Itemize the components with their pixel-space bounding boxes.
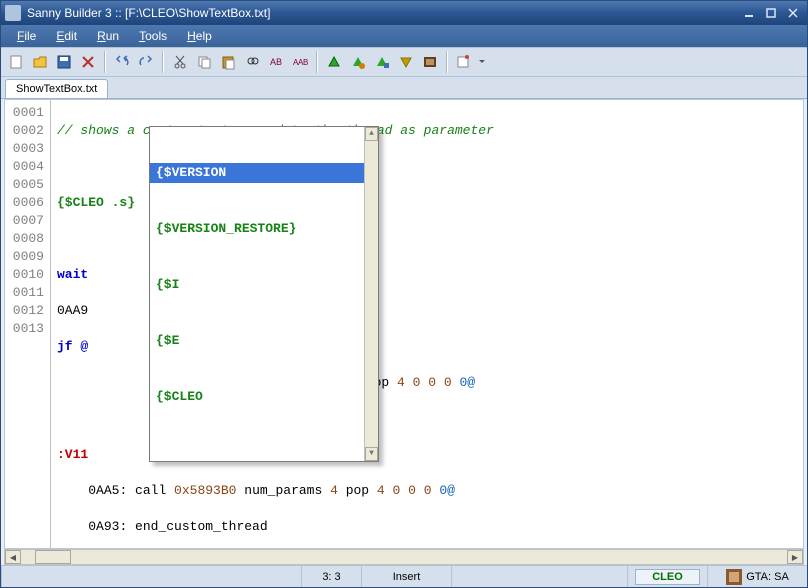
find-button[interactable] (241, 51, 263, 73)
editor: 0001 0002 0003 0004 0005 0006 0007 0008 … (4, 99, 804, 549)
window-title: Sanny Builder 3 :: [F:\CLEO\ShowTextBox.… (27, 6, 737, 20)
save-button[interactable] (53, 51, 75, 73)
tab-bar: ShowTextBox.txt (1, 77, 807, 99)
line-gutter: 0001 0002 0003 0004 0005 0006 0007 0008 … (5, 100, 51, 548)
redo-button[interactable] (135, 51, 157, 73)
paste-button[interactable] (217, 51, 239, 73)
copy-button[interactable] (193, 51, 215, 73)
open-file-button[interactable] (29, 51, 51, 73)
scroll-down-icon[interactable]: ▼ (365, 447, 378, 461)
autocomplete-item[interactable]: {$VERSION (150, 163, 378, 183)
line-number: 0001 (5, 104, 44, 122)
toolbar-separator (162, 51, 164, 73)
autocomplete-scrollbar[interactable]: ▲ ▼ (364, 127, 378, 461)
new-file-button[interactable] (5, 51, 27, 73)
code-variable: 0@ (459, 375, 475, 390)
line-number: 0012 (5, 302, 44, 320)
svg-text:B: B (276, 57, 282, 67)
code-text: : call (119, 483, 174, 498)
replace-all-button[interactable]: AAB (289, 51, 311, 73)
menu-help[interactable]: Help (177, 27, 222, 45)
line-number: 0013 (5, 320, 44, 338)
menu-edit[interactable]: Edit (46, 27, 87, 45)
tab-showtextbox[interactable]: ShowTextBox.txt (5, 79, 108, 98)
options-dropdown-icon[interactable] (477, 51, 487, 73)
scroll-thumb[interactable] (35, 550, 71, 564)
app-window: Sanny Builder 3 :: [F:\CLEO\ShowTextBox.… (0, 0, 808, 588)
line-number: 0011 (5, 284, 44, 302)
line-number: 0006 (5, 194, 44, 212)
scroll-left-icon[interactable]: ◀ (5, 550, 21, 564)
toolbar-separator (316, 51, 318, 73)
options-button[interactable] (453, 51, 475, 73)
code-opcode: 0A93 (88, 519, 119, 534)
code-indent (57, 483, 88, 498)
code-variable: 0@ (439, 483, 455, 498)
undo-button[interactable] (111, 51, 133, 73)
autocomplete-item[interactable]: {$CLEO (150, 387, 378, 407)
line-number: 0007 (5, 212, 44, 230)
run-button[interactable] (323, 51, 345, 73)
code-directive: {$CLEO .s} (57, 195, 135, 210)
code-keyword: wait (57, 267, 88, 282)
line-number: 0002 (5, 122, 44, 140)
status-cell-empty (1, 566, 301, 587)
code-indent (57, 519, 88, 534)
code-text: : end_custom_thread (119, 519, 267, 534)
line-number: 0008 (5, 230, 44, 248)
status-cleo-indicator[interactable]: CLEO (627, 566, 707, 587)
autocomplete-popup[interactable]: {$VERSION {$VERSION_RESTORE} {$I {$E {$C… (149, 126, 379, 462)
compile-button[interactable] (347, 51, 369, 73)
code-number: 4 0 0 0 (377, 483, 439, 498)
scroll-track[interactable] (21, 550, 787, 564)
code-number: 0x5893B0 (174, 483, 236, 498)
scroll-up-icon[interactable]: ▲ (365, 127, 378, 141)
autocomplete-item[interactable]: {$I (150, 275, 378, 295)
toolbar: AB AAB (1, 47, 807, 77)
code-opcode: 0AA9 (57, 303, 88, 318)
autocomplete-item[interactable]: {$E (150, 331, 378, 351)
decompile-button[interactable] (395, 51, 417, 73)
line-number: 0004 (5, 158, 44, 176)
code-text: pop (338, 483, 377, 498)
code-number: 4 (330, 483, 338, 498)
status-game-indicator[interactable]: GTA: SA (707, 566, 807, 587)
cut-button[interactable] (169, 51, 191, 73)
horizontal-scrollbar[interactable]: ◀ ▶ (4, 549, 804, 565)
line-number: 0003 (5, 140, 44, 158)
status-cursor-position: 3: 3 (301, 566, 361, 587)
svg-text:B: B (303, 58, 308, 67)
menu-run[interactable]: Run (87, 27, 129, 45)
maximize-button[interactable] (761, 6, 781, 20)
toolbar-separator (104, 51, 106, 73)
line-number: 0010 (5, 266, 44, 284)
menubar: File Edit Run Tools Help (1, 25, 807, 47)
code-number: 4 0 0 0 (397, 375, 459, 390)
statusbar: 3: 3 Insert CLEO GTA: SA (1, 565, 807, 587)
autocomplete-item[interactable]: {$VERSION_RESTORE} (150, 219, 378, 239)
replace-button[interactable]: AB (265, 51, 287, 73)
titlebar[interactable]: Sanny Builder 3 :: [F:\CLEO\ShowTextBox.… (1, 1, 807, 25)
scroll-right-icon[interactable]: ▶ (787, 550, 803, 564)
close-file-button[interactable] (77, 51, 99, 73)
line-number: 0005 (5, 176, 44, 194)
menu-file[interactable]: File (7, 27, 46, 45)
close-button[interactable] (783, 6, 803, 20)
menu-tools[interactable]: Tools (129, 27, 177, 45)
code-keyword: jf @ (57, 339, 88, 354)
code-area[interactable]: // shows a custom text passed to the thr… (51, 100, 803, 548)
app-icon (5, 5, 21, 21)
minimize-button[interactable] (739, 6, 759, 20)
run-game-button[interactable] (419, 51, 441, 73)
status-cell-empty (451, 566, 627, 587)
code-opcode: 0AA5 (88, 483, 119, 498)
status-insert-mode: Insert (361, 566, 451, 587)
compile-copy-button[interactable] (371, 51, 393, 73)
toolbar-separator (446, 51, 448, 73)
code-text: num_params (236, 483, 330, 498)
status-game-label: GTA: SA (746, 571, 789, 583)
line-number: 0009 (5, 248, 44, 266)
code-label: :V11 (57, 447, 88, 462)
